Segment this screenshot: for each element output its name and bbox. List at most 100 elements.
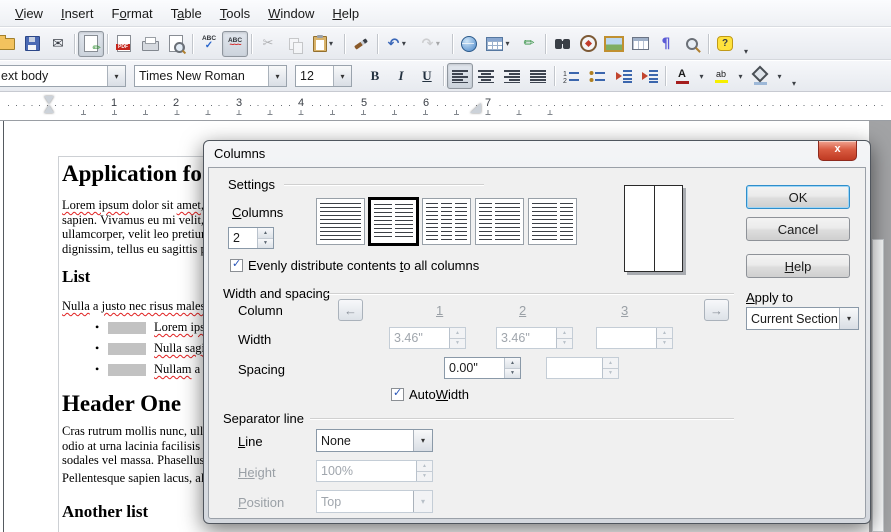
bullet-list-button[interactable] — [584, 63, 610, 89]
cancel-button[interactable]: Cancel — [746, 217, 850, 241]
background-color-dropdown[interactable]: ▾ — [773, 63, 786, 89]
font-color-dropdown[interactable]: ▾ — [695, 63, 708, 89]
menu-item[interactable]: Tools — [211, 3, 259, 24]
highlighting-button[interactable]: ab — [708, 63, 734, 89]
table-dropdown[interactable]: ▾ — [503, 39, 512, 48]
email-icon: ✉ — [52, 36, 64, 52]
evenly-distribute-label: Evenly distribute contents to all column… — [248, 258, 479, 273]
font-dropdown-button[interactable]: ▾ — [268, 66, 286, 86]
menu-item[interactable]: Help — [323, 3, 368, 24]
scroll-columns-left-button[interactable]: ← — [338, 299, 363, 321]
formatting-marks-button[interactable]: ¶ — [653, 31, 679, 57]
indent-marker[interactable] — [44, 96, 55, 114]
preset-right-narrow[interactable] — [528, 198, 577, 245]
underline-button[interactable]: U — [414, 63, 440, 89]
separator-group-label: Separator line — [223, 411, 304, 426]
draw-functions-button[interactable]: ✏ — [516, 31, 542, 57]
text-segment: amet — [177, 198, 201, 212]
menu-item[interactable]: View — [6, 3, 52, 24]
align-right-button[interactable] — [499, 63, 525, 89]
chevron-down-icon: ▾ — [697, 72, 706, 81]
menu-item[interactable]: Table — [162, 3, 211, 24]
gallery-button[interactable] — [601, 31, 627, 57]
paste-dropdown[interactable]: ▾ — [327, 39, 336, 48]
size-dropdown-button[interactable]: ▾ — [333, 66, 351, 86]
zoom-button[interactable] — [679, 31, 705, 57]
spacing-1-stepper[interactable]: 0.00"▲▼ — [444, 357, 521, 379]
auto-spellcheck-toggle[interactable]: ABC~~~ — [222, 31, 248, 57]
numbered-list-button[interactable]: 12 — [558, 63, 584, 89]
help-button[interactable]: ? — [712, 31, 738, 57]
evenly-distribute-checkbox[interactable]: ✓ — [230, 259, 243, 272]
document-heading-another-list: Another list — [62, 502, 148, 522]
align-left-button[interactable] — [447, 63, 473, 89]
close-button[interactable]: x — [818, 141, 857, 161]
paragraph-style-combo[interactable]: ext body▾ — [0, 65, 126, 87]
style-dropdown-button[interactable]: ▾ — [107, 66, 125, 86]
font-color-button[interactable]: A — [669, 63, 695, 89]
scroll-columns-right-button[interactable]: → — [704, 299, 729, 321]
spellcheck-button[interactable]: ABC✓ — [196, 31, 222, 57]
text-segment: Nullam — [154, 362, 192, 376]
ruler-number: 4 — [296, 97, 306, 109]
hyperlink-button[interactable] — [456, 31, 482, 57]
undo-button[interactable]: ↶▾ — [381, 31, 415, 57]
export-pdf-button[interactable]: PDF — [111, 31, 137, 57]
insert-table-button[interactable]: ▾ — [482, 31, 516, 57]
help-button[interactable]: Help — [746, 254, 850, 278]
toolbar-overflow-button[interactable]: ▾ — [738, 31, 754, 57]
toolbar-separator — [443, 66, 444, 86]
line-dropdown-button[interactable]: ▾ — [413, 430, 432, 451]
apply-to-select[interactable]: Current Section▾ — [746, 307, 859, 330]
font-name-combo[interactable]: Times New Roman▾ — [134, 65, 287, 87]
page-preview-button[interactable] — [163, 31, 189, 57]
spinner-arrows[interactable]: ▲▼ — [257, 228, 273, 248]
edit-file-toggle[interactable]: ✏ — [78, 31, 104, 57]
undo-dropdown[interactable]: ▾ — [399, 39, 408, 48]
bold-button[interactable]: B — [362, 63, 388, 89]
decrease-indent-button[interactable] — [610, 63, 636, 89]
print-button[interactable] — [137, 31, 163, 57]
writer-window: View Insert Format Table Tools Window He… — [0, 0, 891, 532]
increase-indent-button[interactable] — [636, 63, 662, 89]
align-center-button[interactable] — [473, 63, 499, 89]
data-sources-button[interactable] — [627, 31, 653, 57]
align-justify-button[interactable] — [525, 63, 551, 89]
find-replace-button[interactable] — [549, 31, 575, 57]
ruler-number: 5 — [359, 97, 369, 109]
text-line: odio at urna lacinia facilisis no — [62, 439, 219, 454]
right-indent-marker[interactable] — [470, 103, 481, 113]
menu-item[interactable]: Insert — [52, 3, 103, 24]
save-button[interactable] — [19, 31, 45, 57]
menu-item[interactable]: Window — [259, 3, 323, 24]
highlighting-dropdown[interactable]: ▾ — [734, 63, 747, 89]
menu-bar: View Insert Format Table Tools Window He… — [0, 0, 891, 27]
paste-button[interactable]: ▾ — [307, 31, 341, 57]
open-button[interactable] — [0, 31, 19, 57]
preset-left-narrow[interactable] — [475, 198, 524, 245]
navigator-button[interactable] — [575, 31, 601, 57]
increase-indent-icon — [641, 70, 658, 83]
toolbar-overflow-button[interactable]: ▾ — [786, 63, 802, 89]
preset-three-columns[interactable] — [422, 198, 471, 245]
autowidth-checkbox[interactable]: ✓ — [391, 388, 404, 401]
vertical-scrollbar[interactable] — [872, 239, 884, 532]
background-color-button[interactable] — [747, 63, 773, 89]
apply-to-dropdown-button[interactable]: ▾ — [839, 308, 858, 329]
columns-count-stepper[interactable]: 2 ▲▼ — [228, 227, 274, 249]
italic-button[interactable]: I — [388, 63, 414, 89]
format-paintbrush-button[interactable] — [348, 31, 374, 57]
line-style-select[interactable]: None▾ — [316, 429, 433, 452]
height-stepper: 100%▲▼ — [316, 460, 433, 482]
font-size-value: 12 — [300, 69, 314, 83]
font-size-combo[interactable]: 12 ▾ — [295, 65, 352, 87]
preset-one-column[interactable] — [316, 198, 365, 245]
paste-icon — [313, 36, 327, 52]
menu-item[interactable]: Format — [102, 3, 161, 24]
chevron-down-icon: ▾ — [742, 47, 751, 56]
spinner-arrows[interactable]: ▲▼ — [504, 358, 520, 378]
ok-button[interactable]: OK — [746, 185, 850, 209]
preset-two-columns[interactable] — [369, 198, 418, 245]
email-button[interactable]: ✉ — [45, 31, 71, 57]
toolbar-separator — [344, 34, 345, 54]
